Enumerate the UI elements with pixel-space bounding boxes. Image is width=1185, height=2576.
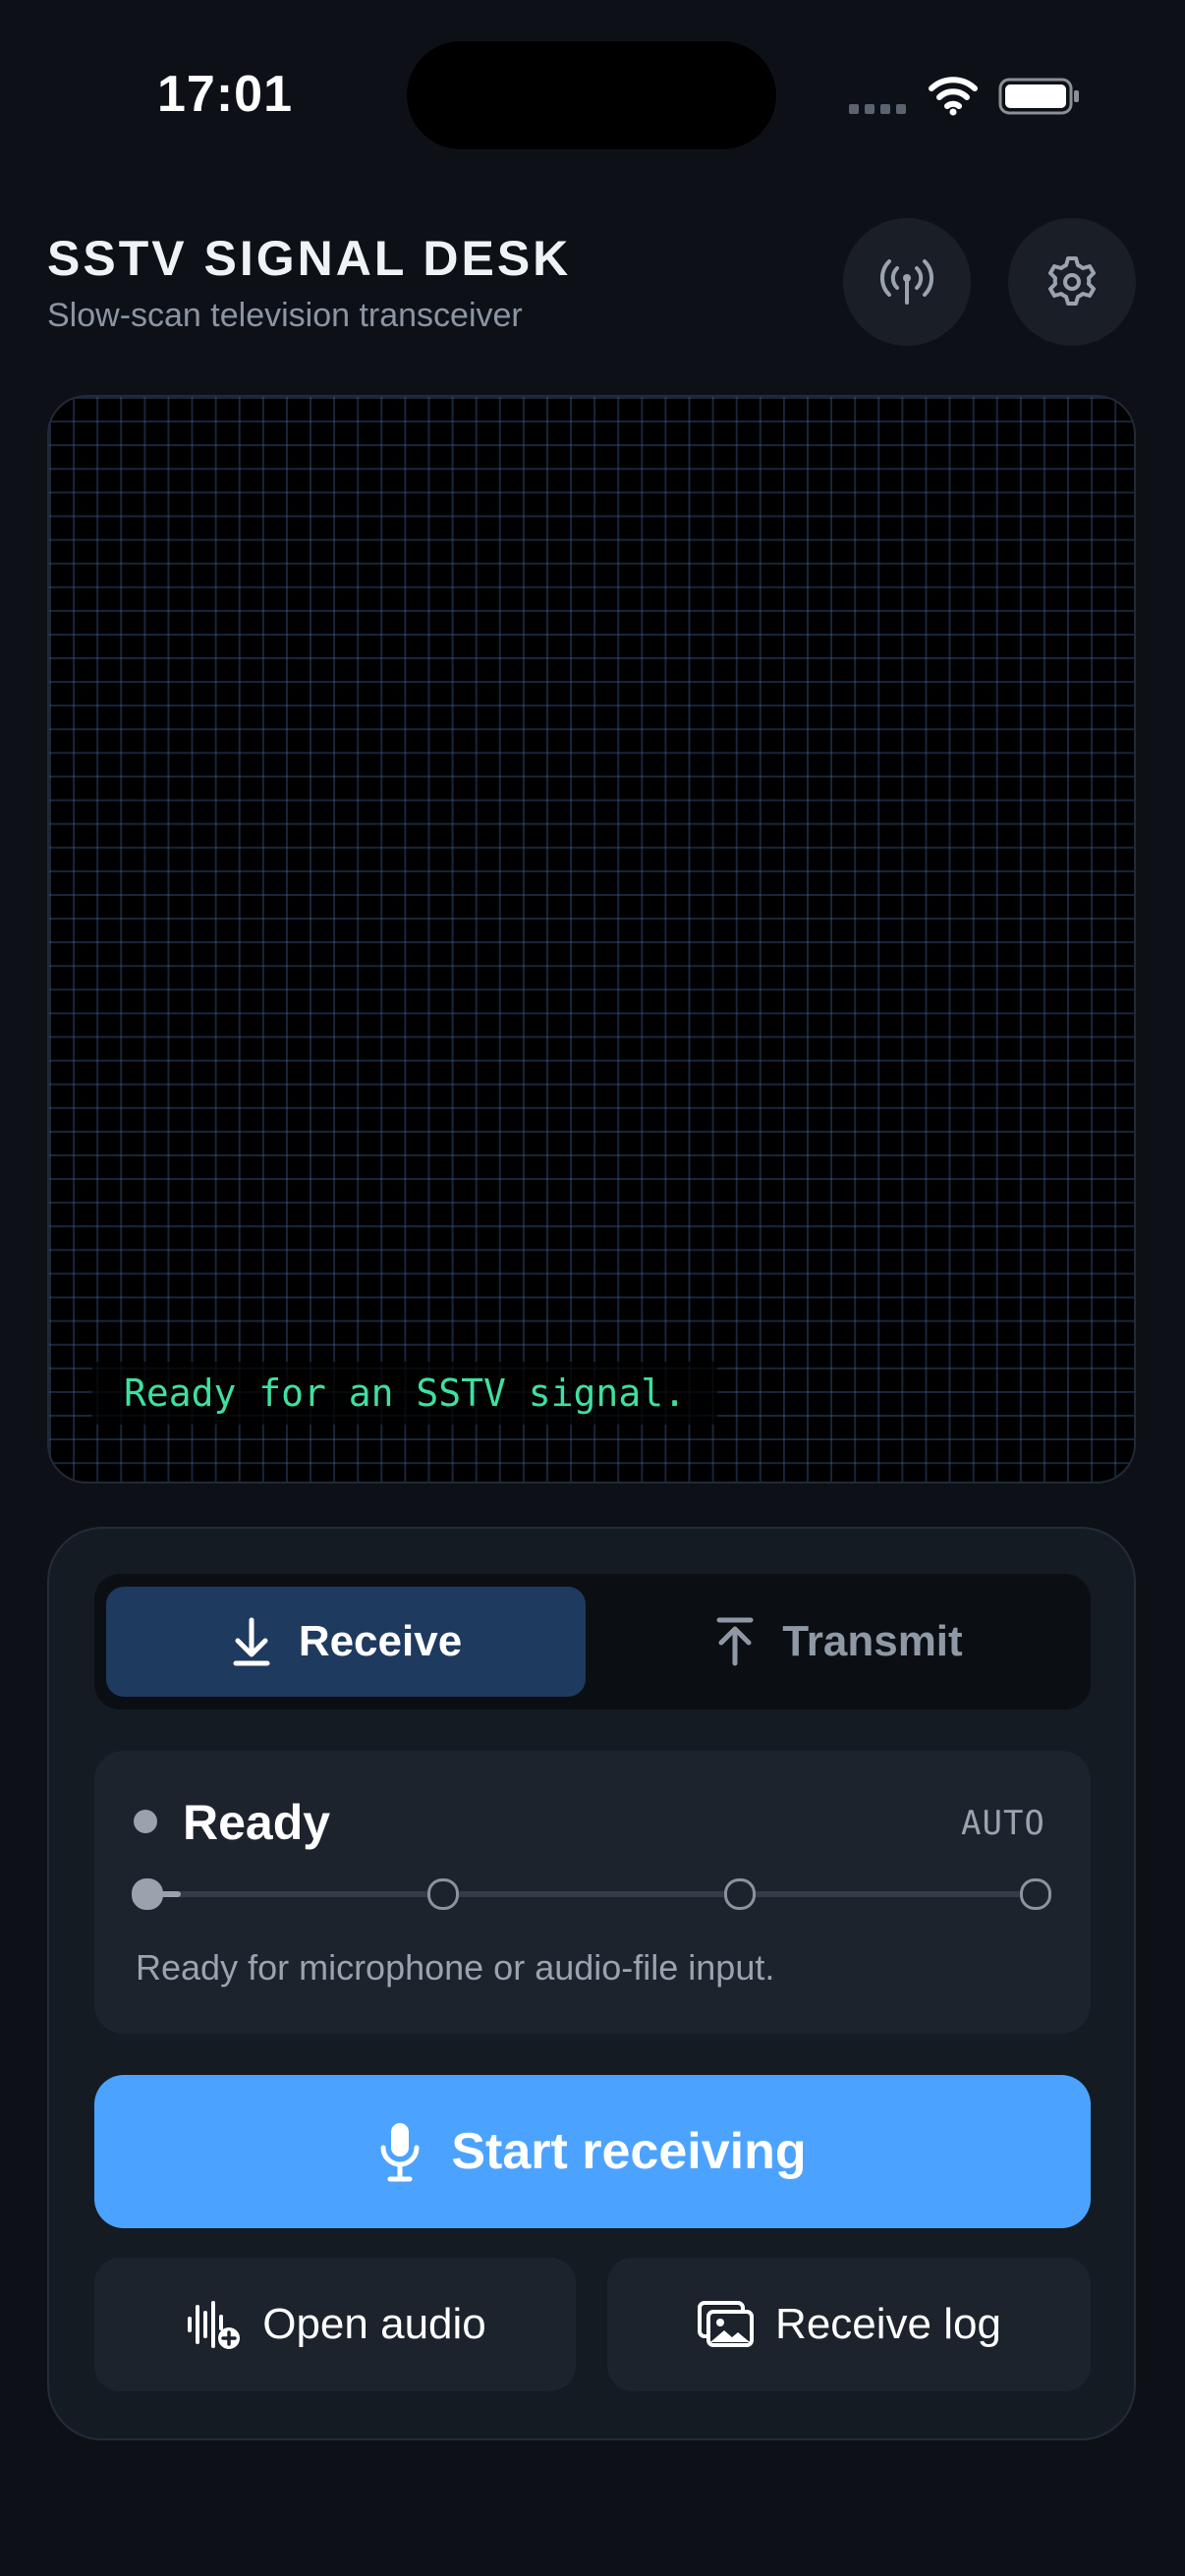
progress-step	[132, 1878, 163, 1910]
display-status-text: Ready for an SSTV signal.	[92, 1362, 717, 1425]
start-receiving-button[interactable]: Start receiving	[94, 2075, 1091, 2228]
receive-log-label: Receive log	[775, 2300, 1001, 2348]
progress-step	[1020, 1878, 1051, 1910]
upload-icon	[716, 1617, 754, 1666]
progress-step	[723, 1878, 756, 1910]
antenna-icon	[879, 259, 934, 305]
decode-mode-badge: AUTO	[961, 1804, 1045, 1843]
open-audio-button[interactable]: Open audio	[94, 2258, 576, 2391]
start-receiving-label: Start receiving	[451, 2123, 807, 2180]
tab-transmit-label: Transmit	[782, 1617, 963, 1665]
wifi-icon	[929, 77, 978, 116]
tab-receive-label: Receive	[298, 1617, 463, 1665]
open-audio-label: Open audio	[262, 2300, 486, 2348]
status-time: 17:01	[157, 66, 293, 123]
antenna-button[interactable]	[843, 218, 971, 346]
gear-icon	[1048, 256, 1096, 306]
battery-icon	[998, 78, 1079, 115]
receive-log-button[interactable]: Receive log	[607, 2258, 1091, 2391]
tab-transmit[interactable]: Transmit	[597, 1587, 1079, 1697]
cellular-signal-icon	[849, 104, 906, 114]
settings-button[interactable]	[1008, 218, 1136, 346]
download-icon	[233, 1617, 270, 1666]
audio-file-add-icon	[188, 2301, 241, 2349]
status-indicator-dot	[134, 1810, 157, 1833]
tab-receive[interactable]: Receive	[106, 1587, 586, 1697]
app-title: SSTV SIGNAL DESK	[47, 231, 572, 286]
dynamic-island	[407, 41, 776, 149]
progress-track	[147, 1891, 1036, 1897]
image-display	[47, 395, 1136, 1484]
app-subtitle: Slow-scan television transceiver	[47, 297, 523, 334]
progress-step	[427, 1878, 460, 1910]
microphone-icon	[380, 2123, 420, 2182]
status-title: Ready	[183, 1795, 331, 1850]
status-description: Ready for microphone or audio-file input…	[136, 1947, 775, 1988]
image-gallery-icon	[698, 2301, 755, 2347]
